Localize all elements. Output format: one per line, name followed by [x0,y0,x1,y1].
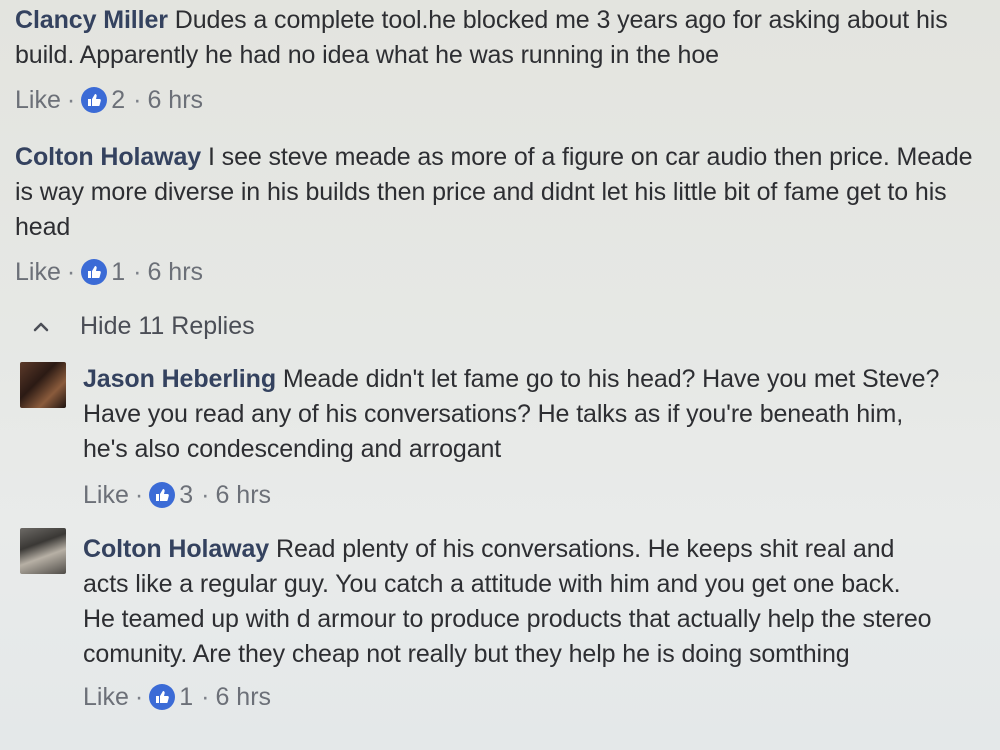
separator: · [134,481,144,509]
hide-replies-label[interactable]: Hide 11 Replies [80,312,255,341]
reaction-count[interactable]: 1 [179,682,193,712]
comment-body: Colton Holaway I see steve meade as more… [15,140,990,245]
comment-body: Clancy Miller Dudes a complete tool.he b… [15,3,965,73]
comment-meta: Like · 1 · 6 hrs [15,257,985,287]
comment-author[interactable]: Clancy Miller [15,6,168,34]
reply-author[interactable]: Jason Heberling [83,365,276,393]
comment: Clancy Miller Dudes a complete tool.he b… [15,3,985,115]
separator: · [134,683,144,711]
separator: · [66,86,76,114]
comment: Colton Holaway I see steve meade as more… [15,140,985,287]
reply-author[interactable]: Colton Holaway [83,535,269,563]
separator: · [133,86,142,114]
comment-meta: Like · 2 · 6 hrs [15,85,985,115]
thumbs-up-icon[interactable] [81,87,108,113]
reaction-count[interactable]: 3 [179,480,193,510]
comment-author[interactable]: Colton Holaway [15,143,201,171]
timestamp[interactable]: 6 hrs [147,85,203,115]
separator: · [66,258,76,286]
separator: · [133,258,142,286]
like-button[interactable]: Like [83,682,129,712]
timestamp[interactable]: 6 hrs [215,682,271,712]
like-button[interactable]: Like [83,480,129,510]
separator: · [201,481,210,509]
reply-body: Jason Heberling Meade didn't let fame go… [83,362,953,467]
thumbs-up-icon[interactable] [149,684,176,710]
thumbs-up-icon[interactable] [81,259,108,285]
like-button[interactable]: Like [15,85,61,115]
thumbs-up-icon[interactable] [149,482,176,508]
separator: · [201,683,210,711]
reply: Colton Holaway Read plenty of his conver… [0,532,980,712]
reaction-count[interactable]: 1 [111,257,125,287]
reply-meta: Like · 3 · 6 hrs [83,480,980,510]
timestamp[interactable]: 6 hrs [147,257,203,287]
timestamp[interactable]: 6 hrs [215,480,271,510]
hide-replies-toggle[interactable]: Hide 11 Replies [30,312,255,341]
like-button[interactable]: Like [15,257,61,287]
reply-body: Colton Holaway Read plenty of his conver… [83,532,933,672]
chevron-up-icon [30,316,52,338]
reaction-count[interactable]: 2 [111,85,125,115]
reply-meta: Like · 1 · 6 hrs [83,682,980,712]
reply: Jason Heberling Meade didn't let fame go… [0,362,980,510]
